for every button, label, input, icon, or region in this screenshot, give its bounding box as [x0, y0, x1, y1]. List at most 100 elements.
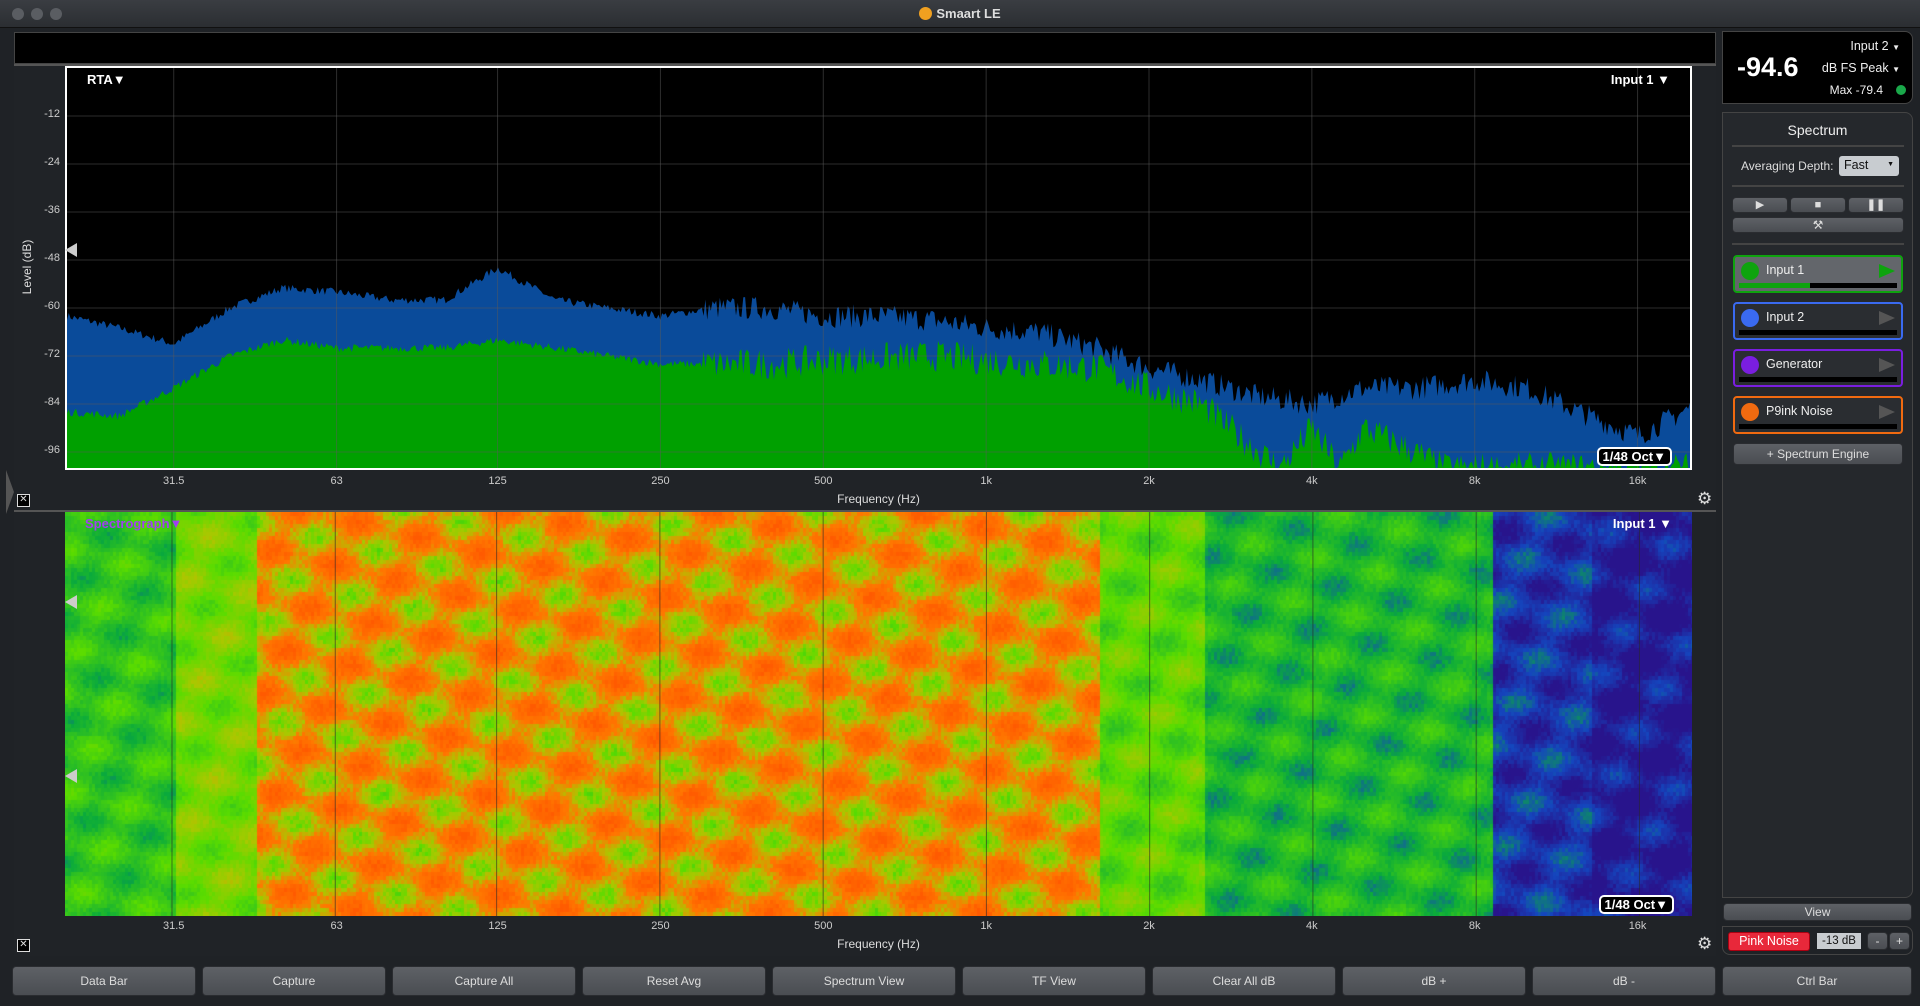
spectrograph-plot[interactable]: Spectrograph▼ Input 1 ▼ 1/48 Oct▼	[65, 512, 1692, 916]
stop-icon: ■	[1814, 199, 1822, 211]
y-tick-label: -84	[44, 396, 60, 408]
x-tick-label: 250	[651, 475, 670, 487]
x-tick-label: 16k	[1628, 475, 1647, 487]
generator-controls: Pink Noise -13 dB - +	[1722, 926, 1913, 955]
close-plot-icon[interactable]: ✕	[17, 494, 30, 507]
panel-title: Spectrum	[1787, 122, 1848, 138]
engine-card-input-2[interactable]: Input 2	[1733, 302, 1903, 340]
view-button[interactable]: View	[1723, 903, 1912, 921]
bottom-button-data-bar[interactable]: Data Bar	[12, 966, 196, 996]
level-decrease-button[interactable]: -	[1867, 932, 1888, 950]
play-engine-icon[interactable]	[1879, 264, 1895, 278]
expand-sidebar-handle[interactable]	[6, 470, 14, 514]
play-button[interactable]: ▶	[1732, 197, 1788, 213]
settings-gear-icon[interactable]: ⚙	[1697, 489, 1712, 509]
level-increase-button[interactable]: +	[1889, 932, 1910, 950]
engine-card-p9ink-noise[interactable]: P9ink Noise	[1733, 396, 1903, 434]
rta-resolution-dropdown[interactable]: 1/48 Oct▼	[1596, 447, 1672, 466]
x-tick-label: 1k	[980, 475, 992, 487]
x-axis-label: Frequency (Hz)	[837, 492, 920, 506]
pink-noise-generator-button[interactable]: Pink Noise	[1728, 932, 1810, 951]
x-tick-label: 8k	[1468, 920, 1481, 932]
engine-color-icon	[1741, 309, 1759, 327]
bottom-button-clear-all-db[interactable]: Clear All dB	[1152, 966, 1336, 996]
rta-chart	[67, 68, 1690, 468]
x-tick-label: 8k	[1468, 475, 1481, 487]
bottom-button-ctrl-bar[interactable]: Ctrl Bar	[1722, 966, 1912, 996]
engine-level-meter	[1739, 330, 1897, 335]
play-engine-icon[interactable]	[1879, 405, 1895, 419]
engine-card-generator[interactable]: Generator	[1733, 349, 1903, 387]
bottom-button-spectrum-view[interactable]: Spectrum View	[772, 966, 956, 996]
rta-mode-dropdown[interactable]: RTA▼	[87, 72, 126, 87]
level-meter: -94.6 Input 2 ▼ dB FS Peak ▼ Max -79.4	[1722, 31, 1913, 104]
chevron-down-icon: ▼	[1887, 161, 1894, 168]
spectrograph-mode-dropdown[interactable]: Spectrograph▼	[85, 516, 182, 531]
meter-source-dropdown[interactable]: Input 2 ▼	[1850, 39, 1900, 53]
tools-icon: ⚒	[1812, 218, 1824, 232]
pause-icon: ❚❚	[1866, 199, 1886, 211]
x-tick-label: 31.5	[163, 920, 185, 932]
generator-level-field[interactable]: -13 dB	[1817, 933, 1861, 949]
spectrograph-resolution-dropdown[interactable]: 1/48 Oct▼	[1598, 895, 1674, 914]
meter-source: Input 2	[1850, 39, 1889, 53]
chevron-down-icon: ▼	[1892, 43, 1900, 52]
bottom-button-capture-all[interactable]: Capture All	[392, 966, 576, 996]
title-bar: Smaart LE	[0, 0, 1920, 28]
tools-button[interactable]: ⚒	[1732, 217, 1904, 233]
x-tick-label: 4k	[1306, 920, 1318, 932]
averaging-depth-select[interactable]: Fast ▼	[1839, 156, 1899, 176]
engine-color-icon	[1741, 356, 1759, 374]
engine-name: Input 2	[1766, 310, 1805, 324]
threshold-low-handle[interactable]	[65, 769, 77, 783]
averaging-depth-value: Fast	[1844, 158, 1869, 172]
x-tick-label: 63	[330, 920, 343, 932]
engine-name: P9ink Noise	[1766, 404, 1833, 418]
meter-mode-dropdown[interactable]: dB FS Peak ▼	[1822, 61, 1900, 75]
bottom-button-tf-view[interactable]: TF View	[962, 966, 1146, 996]
threshold-high-handle[interactable]	[65, 595, 77, 609]
bottom-button-db[interactable]: dB +	[1342, 966, 1526, 996]
data-bar-strip	[14, 32, 1716, 64]
add-spectrum-engine-button[interactable]: + Spectrum Engine	[1733, 443, 1903, 465]
spectrograph-grid	[171, 512, 1640, 916]
app-logo-icon	[919, 7, 933, 20]
x-tick-label: 500	[814, 475, 833, 487]
y-tick-label: -72	[44, 348, 60, 360]
pause-button[interactable]: ❚❚	[1848, 197, 1904, 213]
chevron-down-icon: ▼	[1892, 65, 1900, 74]
engine-color-icon	[1741, 262, 1759, 280]
meter-max: Max -79.4	[1829, 83, 1883, 97]
engine-card-input-1[interactable]: Input 1	[1733, 255, 1903, 293]
divider	[1732, 185, 1904, 187]
settings-gear-icon[interactable]: ⚙	[1697, 934, 1712, 954]
bottom-button-reset-avg[interactable]: Reset Avg	[582, 966, 766, 996]
x-tick-label: 4k	[1306, 475, 1318, 487]
rta-source-dropdown[interactable]: Input 1 ▼	[1611, 72, 1670, 87]
x-tick-label: 16k	[1628, 920, 1647, 932]
x-tick-label: 31.5	[163, 475, 185, 487]
bottom-button-db[interactable]: dB -	[1532, 966, 1716, 996]
status-dot-icon	[1896, 85, 1906, 95]
bottom-button-capture[interactable]: Capture	[202, 966, 386, 996]
y-tick-label: -24	[44, 156, 60, 168]
engine-name: Input 1	[1766, 263, 1805, 277]
window-title: Smaart LE	[936, 6, 1001, 21]
play-engine-icon[interactable]	[1879, 311, 1895, 325]
stop-button[interactable]: ■	[1790, 197, 1846, 213]
play-icon: ▶	[1755, 199, 1765, 211]
x-tick-label: 250	[651, 920, 670, 932]
meter-mode: dB FS Peak	[1821, 61, 1889, 75]
spectrograph-source-dropdown[interactable]: Input 1 ▼	[1613, 516, 1672, 531]
meter-value: -94.6	[1737, 52, 1799, 82]
x-tick-label: 2k	[1143, 475, 1155, 487]
close-plot-icon[interactable]: ✕	[17, 939, 30, 952]
engine-color-icon	[1741, 403, 1759, 421]
play-engine-icon[interactable]	[1879, 358, 1895, 372]
level-marker-handle[interactable]	[65, 243, 77, 257]
y-tick-label: -96	[44, 444, 60, 456]
averaging-depth-label: Averaging Depth:	[1741, 159, 1834, 173]
rta-plot[interactable]: RTA▼ Input 1 ▼ 1/48 Oct▼	[65, 66, 1692, 470]
engine-level-meter	[1739, 424, 1897, 429]
x-tick-label: 2k	[1143, 920, 1155, 932]
